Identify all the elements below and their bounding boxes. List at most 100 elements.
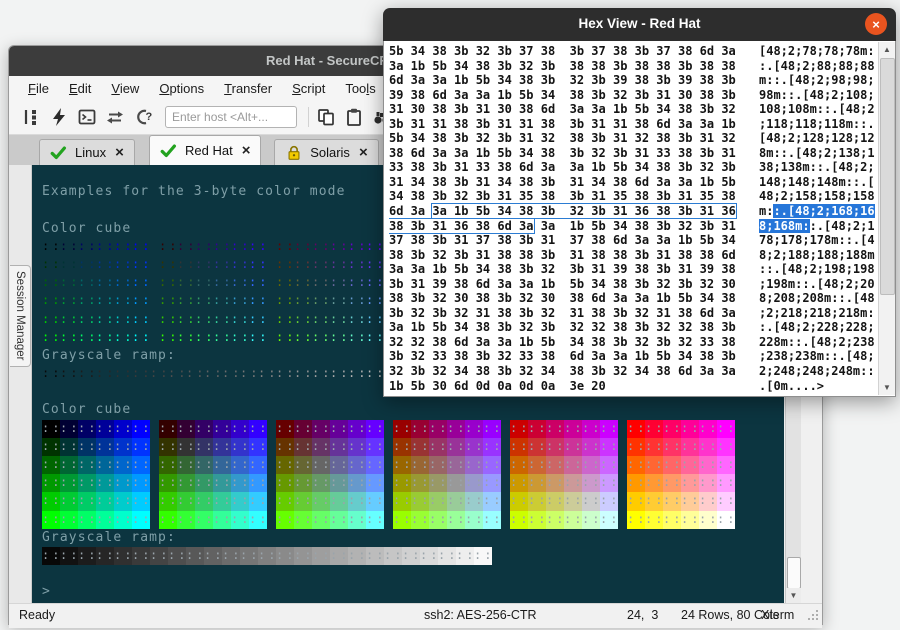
hex-row: 31 30 38 3b 31 30 38 6d 3a 3a 1b 5b 34 3…: [389, 102, 877, 117]
reconnect-icon[interactable]: [103, 105, 127, 129]
hex-ascii: 8;168m::.[48;2;1: [759, 219, 875, 234]
hex-byte-grid[interactable]: 5b 34 38 3b 32 3b 37 38 3b 37 38 3b 37 3…: [389, 44, 877, 394]
dialog-scrollbar[interactable]: ▲ ▼: [878, 42, 895, 395]
color-cube-bg-row: ::::::::::::::::::::::::::::::::::::::::…: [32, 420, 784, 438]
hex-ascii: ::.[48;2;198;198: [759, 262, 875, 277]
dialog-body: 5b 34 38 3b 32 3b 37 38 3b 37 38 3b 37 3…: [383, 41, 896, 397]
hex-bytes: 6d 3a 3a 1b 5b 34 38 3b 32 3b 39 38 3b 3…: [389, 73, 736, 87]
hex-bytes: 1b 5b 30 6d 0d 0a 0d 0a 3e 20: [389, 379, 606, 393]
toolbar-separator: [308, 107, 309, 127]
color-cube-bg-row: ::::::::::::::::::::::::::::::::::::::::…: [32, 438, 784, 456]
hex-bytes: 3b 32 3b 32 31 38 3b 32 31 38 3b 32 31 3…: [389, 306, 736, 320]
hex-bytes: 38 3b 31 36 38 6d 3a 3a 1b 5b 34 38 3b 3…: [389, 219, 736, 233]
connect-in-tab-icon[interactable]: [75, 105, 99, 129]
hex-ascii: :.[48;2;228;228;: [759, 320, 875, 335]
tab-close-icon[interactable]: ×: [242, 143, 251, 158]
hex-row: 6d 3a 3a 1b 5b 34 38 3b 32 3b 39 38 3b 3…: [389, 73, 877, 88]
tab-label: Red Hat: [185, 143, 233, 158]
hex-bytes: 32 32 38 6d 3a 3a 1b 5b 34 38 3b 32 3b 3…: [389, 335, 736, 349]
hex-bytes: 3a 1b 5b 34 38 3b 32 3b 32 32 38 3b 32 3…: [389, 320, 736, 334]
hex-bytes: 31 30 38 3b 31 30 38 6d 3a 3a 1b 5b 34 3…: [389, 102, 736, 116]
tab-label: Linux: [75, 145, 106, 160]
tab-solaris[interactable]: Solaris×: [274, 139, 379, 165]
status-ready: Ready: [19, 608, 55, 622]
color-cube-bg-row: ::::::::::::::::::::::::::::::::::::::::…: [32, 492, 784, 510]
menu-view[interactable]: View: [102, 78, 148, 99]
scrollbar-thumb[interactable]: [787, 557, 801, 589]
hex-bytes: 39 38 6d 3a 3a 1b 5b 34 38 3b 32 3b 31 3…: [389, 88, 736, 102]
grayscale-label: Grayscale ramp:: [32, 529, 784, 547]
tab-red-hat[interactable]: Red Hat ×: [149, 135, 261, 165]
grayscale-ramp-bg: ::::::::::::::::::::::::::::::::::::::::…: [32, 547, 784, 565]
menu-file[interactable]: File: [19, 78, 58, 99]
dialog-titlebar[interactable]: Hex View - Red Hat ×: [383, 8, 896, 41]
hex-ascii: ;238;238m::.[48;: [759, 349, 875, 364]
hex-bytes: 37 38 3b 31 37 38 3b 31 37 38 6d 3a 3a 1…: [389, 233, 736, 247]
hex-ascii: 8;208;208m::.[48: [759, 291, 875, 306]
hex-row: 3b 32 33 38 3b 32 33 38 6d 3a 3a 1b 5b 3…: [389, 349, 877, 364]
menu-tools[interactable]: Tools: [336, 78, 384, 99]
color-cube-bg-row: ::::::::::::::::::::::::::::::::::::::::…: [32, 511, 784, 529]
session-manager-tab[interactable]: Session Manager: [10, 265, 31, 367]
hex-ascii: 2;248;248;248m::: [759, 364, 875, 379]
menu-options[interactable]: Options: [150, 78, 213, 99]
shell-prompt: >: [32, 583, 784, 601]
hex-ascii: 8;2;188;188;188m: [759, 248, 875, 263]
tab-close-icon[interactable]: ×: [359, 145, 368, 160]
hex-bytes: 33 38 3b 31 33 38 6d 3a 3a 1b 5b 34 38 3…: [389, 160, 736, 174]
hex-row: 33 38 3b 31 33 38 6d 3a 3a 1b 5b 34 38 3…: [389, 160, 877, 175]
hex-bytes: 38 6d 3a 3a 1b 5b 34 38 3b 32 3b 31 33 3…: [389, 146, 736, 160]
copy-icon[interactable]: [314, 105, 338, 129]
hex-ascii: [48;2;128;128;12: [759, 131, 875, 146]
hex-ascii: ;2;218;218;218m:: [759, 306, 875, 321]
resize-grip[interactable]: [806, 608, 818, 620]
session-manager-icon[interactable]: [19, 105, 43, 129]
hex-bytes: 34 38 3b 32 3b 31 35 38 3b 31 35 38 3b 3…: [389, 189, 736, 203]
tab-linux[interactable]: Linux ×: [39, 139, 135, 165]
hex-row: 39 38 6d 3a 3a 1b 5b 34 38 3b 32 3b 31 3…: [389, 88, 877, 103]
hex-ascii: 38;138m::.[48;2;: [759, 160, 875, 175]
hex-bytes: 6d 3a 3a 1b 5b 34 38 3b 32 3b 31 36 38 3…: [389, 204, 736, 218]
hex-row: 3b 31 39 38 6d 3a 3a 1b 5b 34 38 3b 32 3…: [389, 277, 877, 292]
close-icon[interactable]: ×: [865, 13, 887, 35]
hex-row: 3a 1b 5b 34 38 3b 32 3b 38 38 3b 38 38 3…: [389, 59, 877, 74]
menu-transfer[interactable]: Transfer: [215, 78, 281, 99]
blank-line: [32, 565, 784, 583]
quick-connect-icon[interactable]: [47, 105, 71, 129]
hex-row: 37 38 3b 31 37 38 3b 31 37 38 6d 3a 3a 1…: [389, 233, 877, 248]
status-cursor-position: 24, 3: [627, 608, 658, 622]
hex-bytes: 3a 1b 5b 34 38 3b 32 3b 38 38 3b 38 38 3…: [389, 59, 736, 73]
color-cube-label: Color cube: [32, 401, 784, 419]
hex-row: 38 3b 32 30 38 3b 32 30 38 6d 3a 3a 1b 5…: [389, 291, 877, 306]
hex-row: 38 3b 31 36 38 6d 3a 3a 1b 5b 34 38 3b 3…: [389, 219, 877, 234]
hex-ascii: 108;108m::.[48;2: [759, 102, 875, 117]
hex-row: 5b 34 38 3b 32 3b 37 38 3b 37 38 3b 37 3…: [389, 44, 877, 59]
menu-script[interactable]: Script: [283, 78, 334, 99]
paste-icon[interactable]: [342, 105, 366, 129]
hex-row: 3b 31 31 38 3b 31 31 38 3b 31 31 38 6d 3…: [389, 117, 877, 132]
hex-bytes: 3b 31 39 38 6d 3a 3a 1b 5b 34 38 3b 32 3…: [389, 277, 736, 291]
hex-bytes: 3a 3a 1b 5b 34 38 3b 32 3b 31 39 38 3b 3…: [389, 262, 736, 276]
hex-ascii: 98m::.[48;2;108;: [759, 88, 875, 103]
host-input[interactable]: [165, 106, 297, 128]
disconnect-icon[interactable]: ?: [131, 105, 155, 129]
color-cube-bg-row: ::::::::::::::::::::::::::::::::::::::::…: [32, 456, 784, 474]
hex-bytes: 5b 34 38 3b 32 3b 31 32 38 3b 31 32 38 3…: [389, 131, 736, 145]
scroll-down-icon[interactable]: ▼: [879, 380, 895, 395]
status-bar: Ready ssh2: AES-256-CTR 24, 3 24 Rows, 8…: [9, 603, 822, 628]
hex-bytes: 31 34 38 3b 31 34 38 3b 31 34 38 6d 3a 3…: [389, 175, 736, 189]
scrollbar-thumb[interactable]: [880, 58, 895, 295]
hex-ascii: 48;2;158;158;158: [759, 189, 875, 204]
window-title: Red Hat - SecureCRT: [266, 53, 397, 68]
hex-bytes: 3b 32 33 38 3b 32 33 38 6d 3a 3a 1b 5b 3…: [389, 349, 736, 363]
tab-close-icon[interactable]: ×: [115, 145, 124, 160]
check-icon: [50, 143, 68, 163]
color-cube-bg-row: ::::::::::::::::::::::::::::::::::::::::…: [32, 474, 784, 492]
scroll-down-icon[interactable]: ▼: [786, 588, 801, 603]
scroll-up-icon[interactable]: ▲: [879, 42, 895, 57]
session-manager-strip: Session Manager: [9, 165, 32, 603]
menu-edit[interactable]: Edit: [60, 78, 100, 99]
hex-ascii: ;198m::.[48;2;20: [759, 277, 875, 292]
hex-row: 3a 3a 1b 5b 34 38 3b 32 3b 31 39 38 3b 3…: [389, 262, 877, 277]
hex-ascii: m::.[48;2;168;16: [759, 204, 875, 219]
